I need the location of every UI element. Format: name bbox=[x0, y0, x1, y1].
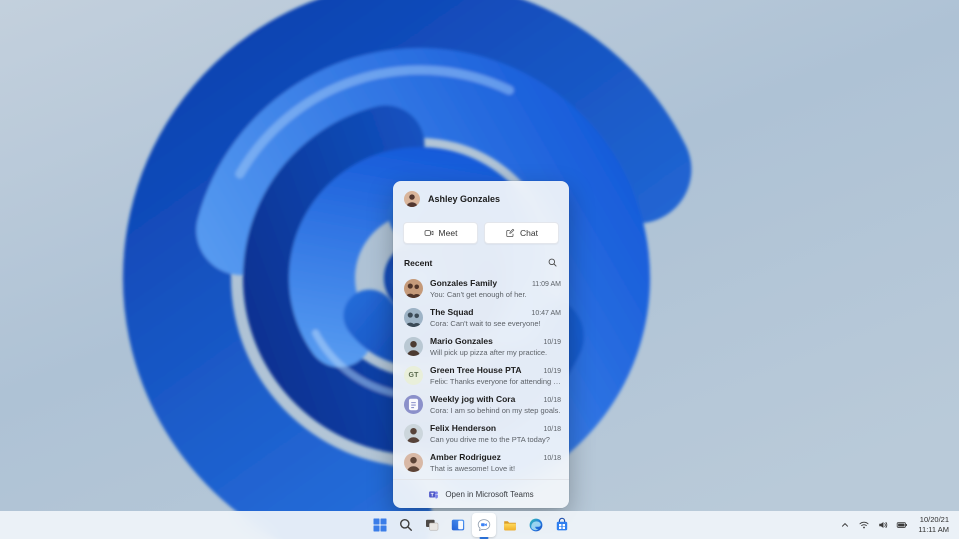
conversation-avatar: GT bbox=[404, 366, 423, 385]
meet-button[interactable]: Meet bbox=[403, 222, 478, 244]
video-camera-icon bbox=[424, 230, 433, 236]
chat-button-label: Chat bbox=[520, 228, 538, 238]
conversation-avatar bbox=[404, 395, 423, 414]
conversation-list-item[interactable]: Amber Rodriguez 10/18 That is awesome! L… bbox=[393, 448, 569, 477]
calendar-icon bbox=[408, 398, 419, 411]
conversation-avatar bbox=[404, 424, 423, 443]
task-view-button[interactable] bbox=[420, 513, 444, 537]
system-tray: 10/20/21 11:11 AM bbox=[836, 511, 954, 539]
store-button[interactable] bbox=[550, 513, 574, 537]
user-name: Ashley Gonzales bbox=[428, 194, 501, 204]
compose-icon bbox=[506, 228, 515, 237]
conversation-name: Gonzales Family bbox=[430, 278, 498, 289]
windows-logo-icon bbox=[373, 518, 386, 532]
conversation-time: 10/19 bbox=[543, 339, 561, 347]
conversation-time: 11:09 AM bbox=[531, 281, 561, 289]
taskbar: 10/20/21 11:11 AM bbox=[0, 511, 959, 539]
conversation-list-item[interactable]: Felix Henderson 10/18 Can you drive me t… bbox=[393, 419, 569, 448]
taskbar-time: 11:11 AM bbox=[918, 525, 949, 534]
microsoft-store-icon bbox=[556, 517, 567, 531]
teams-chat-flyout: Ashley Gonzales Meet Chat Recent Gonzale… bbox=[393, 181, 569, 508]
conversation-list-item[interactable]: GT Green Tree House PTA 10/19 Felix: Tha… bbox=[393, 361, 569, 390]
conversation-preview: Can you drive me to the PTA today? bbox=[430, 434, 550, 444]
search-icon[interactable] bbox=[547, 257, 558, 268]
taskbar-center-icons bbox=[368, 511, 574, 539]
teams-chat-icon bbox=[477, 519, 490, 532]
search-icon bbox=[399, 519, 412, 531]
tray-chevron-button[interactable] bbox=[836, 516, 853, 534]
tray-battery-button[interactable] bbox=[893, 516, 910, 534]
conversation-name: Felix Henderson bbox=[430, 423, 497, 434]
conversation-list-item[interactable]: The Squad 10:47 AM Cora: Can't wait to s… bbox=[393, 303, 569, 332]
wifi-icon bbox=[859, 521, 869, 529]
flyout-user-header[interactable]: Ashley Gonzales bbox=[393, 181, 569, 207]
task-view-icon bbox=[425, 519, 438, 531]
taskbar-chat-button[interactable] bbox=[471, 513, 496, 539]
file-explorer-button[interactable] bbox=[498, 513, 522, 537]
conversation-time: 10/18 bbox=[543, 426, 561, 434]
conversation-name: Weekly jog with Cora bbox=[430, 394, 516, 405]
teams-logo-icon bbox=[429, 490, 439, 498]
flyout-actions: Meet Chat bbox=[393, 222, 569, 244]
battery-icon bbox=[896, 522, 907, 528]
taskbar-clock[interactable]: 10/20/21 11:11 AM bbox=[912, 513, 954, 537]
conversation-name: Amber Rodriguez bbox=[430, 452, 501, 463]
taskbar-date: 10/20/21 bbox=[919, 515, 949, 525]
recent-header: Recent bbox=[393, 257, 569, 268]
conversation-avatar bbox=[404, 279, 423, 298]
conversation-list-item[interactable]: Weekly jog with Cora 10/18 Cora: I am so… bbox=[393, 390, 569, 419]
taskbar-search-button[interactable] bbox=[394, 513, 418, 537]
chevron-up-icon bbox=[841, 523, 848, 527]
conversation-name: Green Tree House PTA bbox=[430, 365, 522, 376]
conversation-list-item[interactable]: Mario Gonzales 10/19 Will pick up pizza … bbox=[393, 332, 569, 361]
conversation-avatar bbox=[404, 308, 423, 327]
conversation-name: Mario Gonzales bbox=[430, 336, 493, 347]
open-in-teams-button[interactable]: Open in Microsoft Teams bbox=[393, 480, 569, 508]
conversation-list-item[interactable]: Gonzales Family 11:09 AM You: Can't get … bbox=[393, 274, 569, 303]
speaker-icon bbox=[879, 522, 888, 528]
recent-title: Recent bbox=[404, 257, 433, 268]
conversation-time: 10:47 AM bbox=[531, 310, 561, 318]
conversation-avatar bbox=[404, 337, 423, 356]
meet-button-label: Meet bbox=[438, 228, 458, 238]
conversation-time: 10/19 bbox=[543, 368, 561, 376]
conversation-name: The Squad bbox=[430, 307, 474, 318]
open-in-teams-label: Open in Microsoft Teams bbox=[445, 489, 534, 499]
conversation-preview: Felix: Thanks everyone for attending tod… bbox=[430, 376, 561, 386]
conversation-time: 10/18 bbox=[543, 455, 561, 463]
tray-volume-button[interactable] bbox=[874, 516, 891, 534]
conversation-preview: You: Can't get enough of her. bbox=[430, 289, 527, 299]
widgets-icon bbox=[451, 519, 464, 531]
recent-conversation-list: Gonzales Family 11:09 AM You: Can't get … bbox=[393, 274, 569, 479]
conversation-preview: That is awesome! Love it! bbox=[430, 463, 516, 473]
chat-button[interactable]: Chat bbox=[484, 222, 559, 244]
file-explorer-icon bbox=[503, 521, 516, 531]
conversation-avatar bbox=[404, 453, 423, 472]
conversation-preview: Cora: Can't wait to see everyone! bbox=[430, 318, 541, 328]
tray-wifi-button[interactable] bbox=[855, 516, 872, 534]
user-avatar bbox=[404, 191, 420, 207]
conversation-time: 10/18 bbox=[543, 397, 561, 405]
start-button[interactable] bbox=[368, 513, 392, 537]
edge-button[interactable] bbox=[524, 513, 548, 537]
conversation-preview: Cora: I am so behind on my step goals. bbox=[430, 405, 561, 415]
conversation-preview: Will pick up pizza after my practice. bbox=[430, 347, 548, 357]
edge-icon bbox=[529, 518, 542, 532]
widgets-button[interactable] bbox=[446, 513, 470, 537]
